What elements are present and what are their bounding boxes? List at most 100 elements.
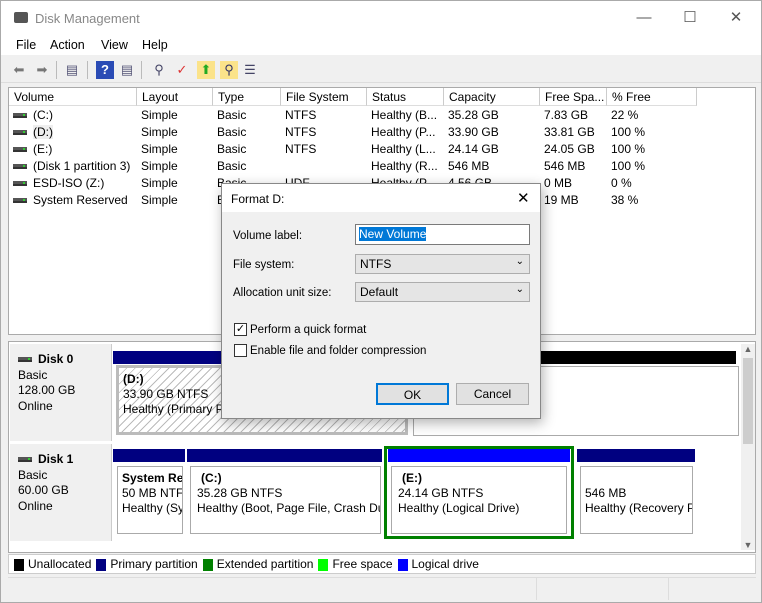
menu-file[interactable]: File: [16, 38, 36, 52]
show-hide-console-tree-icon[interactable]: ▤: [63, 61, 81, 79]
disk-type: Basic: [18, 367, 48, 382]
table-row[interactable]: (C:) Simple Basic NTFS Healthy (B... 35.28 GB…: [9, 107, 755, 124]
legend-label: Logical drive: [411, 557, 479, 571]
table-cell: Healthy (B...: [371, 108, 438, 122]
disk-icon: [13, 130, 27, 136]
table-cell: 33.81 GB: [544, 125, 595, 139]
table-cell: 35.28 GB: [448, 108, 499, 122]
help-icon[interactable]: ?: [96, 61, 114, 79]
forward-icon[interactable]: ➡: [33, 61, 51, 79]
chevron-down-icon: ⌄: [515, 256, 524, 267]
file-system-label: File system:: [233, 259, 295, 271]
partition-system-reserved[interactable]: System Re50 MB NTFSHealthy (Sy: [117, 466, 183, 534]
legend: Unallocated Primary partition Extended par…: [8, 554, 756, 574]
table-row[interactable]: (Disk 1 partition 3) Simple Basic Healthy (…: [9, 158, 755, 175]
disk-icon: [13, 147, 27, 153]
legend-label: Free space: [332, 557, 393, 571]
connect-icon[interactable]: ⚲: [150, 61, 168, 79]
legend-label: Primary partition: [110, 557, 198, 571]
table-cell: NTFS: [285, 108, 317, 122]
compression-label[interactable]: Enable file and folder compression: [250, 345, 426, 357]
legend-swatch: [318, 558, 329, 571]
dialog-title-bar: Format D: ✕: [222, 184, 540, 212]
table-cell: ESD-ISO (Z:): [13, 175, 137, 192]
column-header-free-space[interactable]: Free Spa...: [540, 88, 607, 106]
window-title: Disk Management: [35, 11, 140, 26]
back-icon[interactable]: ⬅: [10, 61, 28, 79]
table-cell: Healthy (R...: [371, 159, 438, 173]
disk-1-label[interactable]: Disk 1 Basic 60.00 GB Online: [10, 444, 112, 541]
table-cell: Simple: [141, 125, 178, 139]
disk-0-label[interactable]: Disk 0 Basic 128.00 GB Online: [10, 344, 112, 441]
compression-checkbox[interactable]: [234, 344, 247, 357]
table-cell: 19 MB: [544, 193, 579, 207]
check-icon[interactable]: ✓: [173, 61, 191, 79]
menu-view[interactable]: View: [101, 38, 128, 52]
disk-icon: [18, 457, 32, 463]
column-header-volume[interactable]: Volume: [9, 88, 137, 106]
partition-recovery[interactable]: 546 MB Healthy (Recovery P: [580, 466, 693, 534]
table-row[interactable]: (D:) Simple Basic NTFS Healthy (P... 33.90 GB…: [9, 124, 755, 141]
column-header-type[interactable]: Type: [213, 88, 281, 106]
table-cell: Basic: [217, 125, 247, 139]
table-cell: 0 MB: [544, 176, 573, 190]
column-header-file-system[interactable]: File System: [281, 88, 367, 106]
menu-help[interactable]: Help: [142, 38, 168, 52]
disk-icon: [13, 198, 27, 204]
title-bar: Disk Management — ☐ ✕: [1, 1, 761, 35]
allocation-unit-select[interactable]: Default ⌄: [355, 282, 530, 302]
table-row[interactable]: (E:) Simple Basic NTFS Healthy (L... 24.14 GB…: [9, 141, 755, 158]
menu-action[interactable]: Action: [50, 38, 85, 52]
minimize-button[interactable]: —: [621, 5, 667, 31]
unallocated-bar: [541, 351, 736, 364]
disk-icon: [13, 113, 27, 119]
table-cell: System Reserved: [13, 192, 137, 209]
table-cell: Healthy (L...: [371, 142, 436, 156]
column-header-layout[interactable]: Layout: [137, 88, 213, 106]
format-dialog: Format D: ✕ Volume label: New Volume Fil…: [221, 183, 541, 419]
legend-swatch: [96, 558, 107, 571]
partition-c[interactable]: (C:) 35.28 GB NTFS Healthy (Boot, Page Fil…: [190, 466, 381, 534]
volume-label-input[interactable]: New Volume: [355, 224, 530, 245]
table-cell: NTFS: [285, 125, 317, 139]
dialog-close-button[interactable]: ✕: [517, 189, 530, 207]
legend-label: Extended partition: [216, 557, 314, 571]
table-cell: 100 %: [611, 159, 646, 173]
table-cell: NTFS: [285, 142, 317, 156]
legend-swatch: [202, 558, 213, 571]
table-cell: 0 %: [611, 176, 632, 190]
column-header-status[interactable]: Status: [367, 88, 444, 106]
table-cell: Basic: [217, 159, 247, 173]
vertical-scrollbar[interactable]: ▲ ▼: [741, 344, 755, 550]
legend-swatch: [397, 558, 408, 571]
folder-search-icon[interactable]: ⚲: [220, 61, 238, 79]
file-system-select[interactable]: NTFS ⌄: [355, 254, 530, 274]
table-cell: Basic: [217, 142, 247, 156]
table-cell: 22 %: [611, 108, 639, 122]
allocation-unit-label: Allocation unit size:: [233, 287, 332, 299]
table-cell: 7.83 GB: [544, 108, 589, 122]
close-button[interactable]: ✕: [713, 5, 759, 31]
table-cell: Basic: [217, 108, 247, 122]
partition-e[interactable]: (E:) 24.14 GB NTFS Healthy (Logical Drive): [391, 466, 567, 534]
properties-icon[interactable]: ☰: [241, 61, 259, 79]
column-header-percent-free[interactable]: % Free: [607, 88, 697, 106]
disk-state: Online: [18, 498, 53, 513]
scrollbar-thumb[interactable]: [743, 358, 753, 444]
legend-label: Unallocated: [28, 557, 92, 571]
table-cell: (D:): [13, 124, 137, 141]
disk-icon: [18, 357, 32, 363]
maximize-button[interactable]: ☐: [667, 5, 713, 31]
ok-button[interactable]: OK: [376, 383, 449, 405]
menu-bar: File Action View Help: [1, 35, 761, 55]
dialog-title: Format D:: [231, 192, 285, 206]
table-cell: 546 MB: [544, 159, 586, 173]
status-bar: [8, 577, 756, 600]
folder-up-icon[interactable]: ⬆: [197, 61, 215, 79]
column-header-capacity[interactable]: Capacity: [444, 88, 540, 106]
cancel-button[interactable]: Cancel: [456, 383, 529, 405]
volume-label-label: Volume label:: [233, 230, 303, 242]
quick-format-label[interactable]: Perform a quick format: [250, 324, 366, 336]
show-hide-action-pane-icon[interactable]: ▤: [118, 61, 136, 79]
quick-format-checkbox[interactable]: ✓: [234, 323, 247, 336]
